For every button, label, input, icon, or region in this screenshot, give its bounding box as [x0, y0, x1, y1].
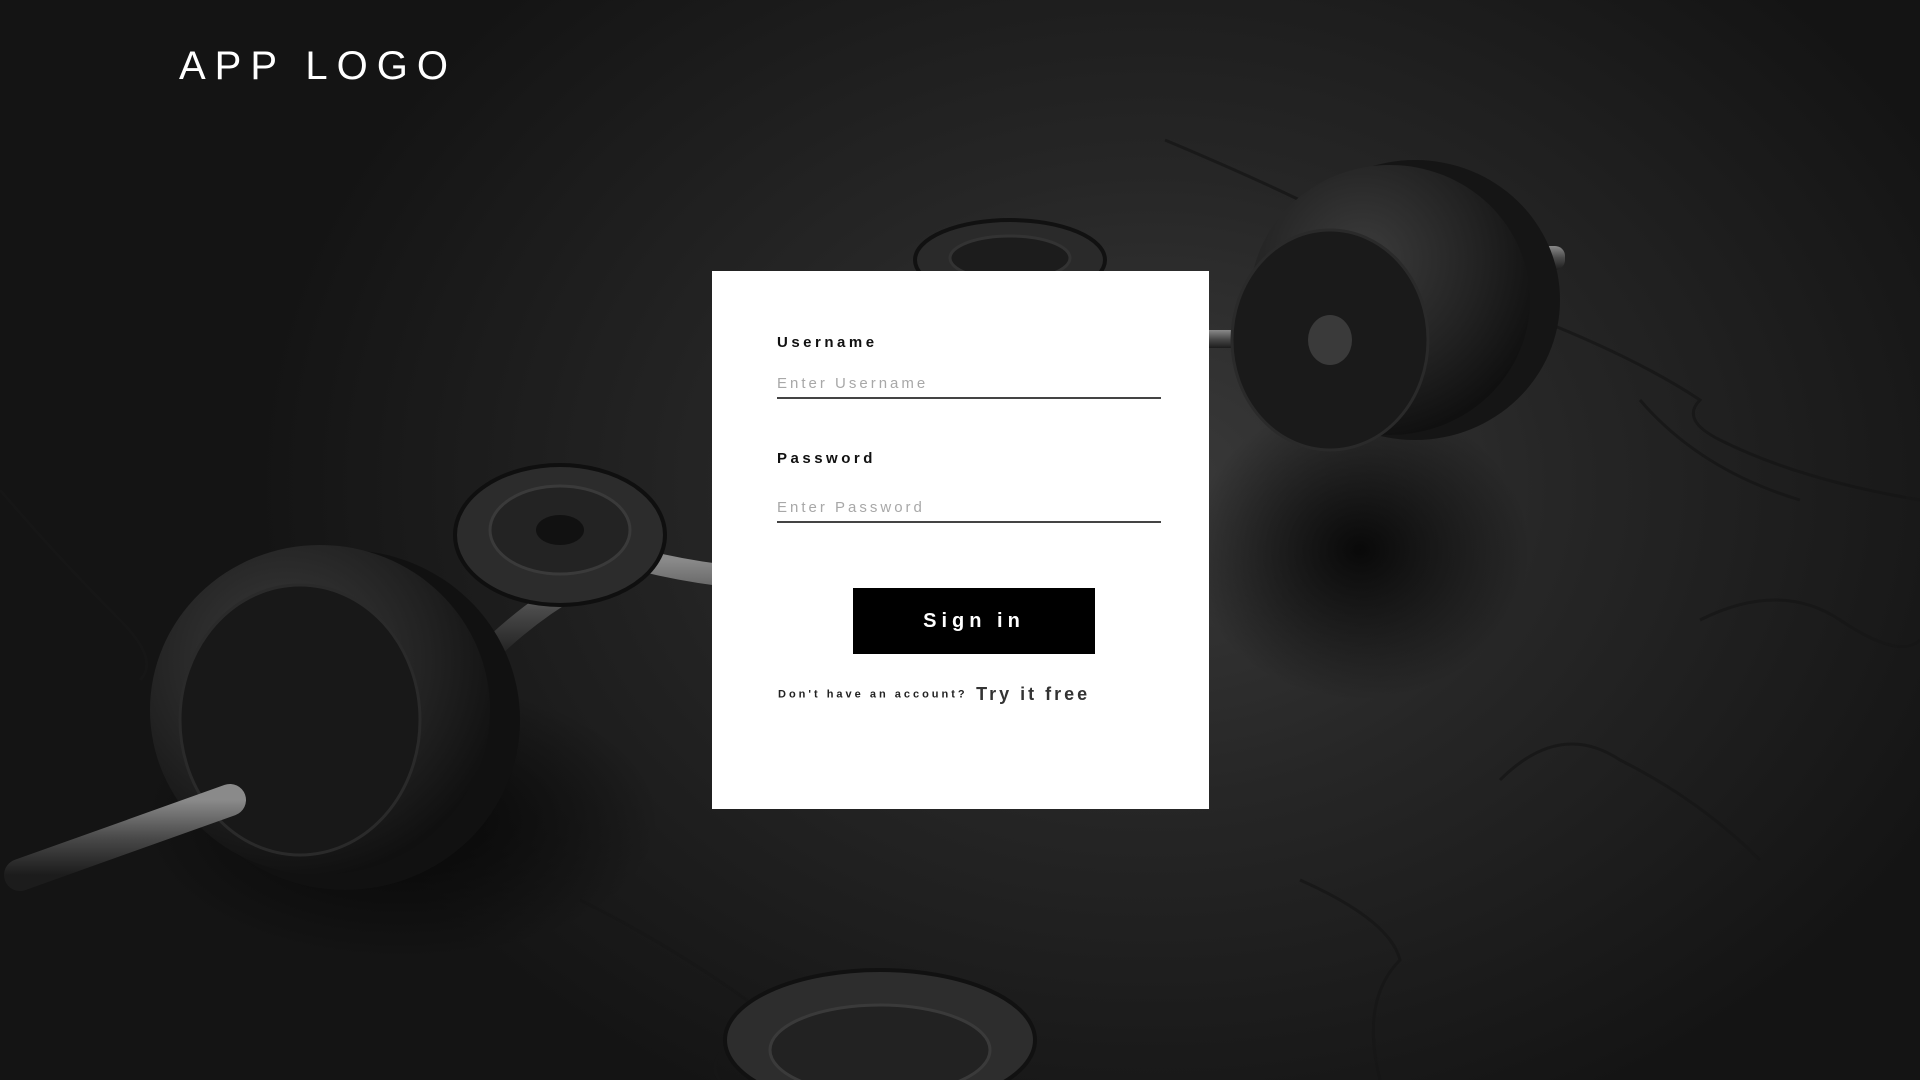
password-label: Password — [777, 450, 876, 467]
try-it-free-link[interactable]: Try it free — [976, 684, 1090, 704]
password-input[interactable] — [777, 493, 1161, 523]
username-input[interactable] — [777, 369, 1161, 399]
sign-in-button[interactable]: Sign in — [853, 588, 1095, 654]
login-screen: APP LOGO Username Password Sign in Don't… — [0, 0, 1920, 1080]
signup-prompt: Don't have an account? — [778, 688, 968, 701]
username-label: Username — [777, 334, 878, 351]
signup-row: Don't have an account? Try it free — [778, 684, 1090, 705]
login-card: Username Password Sign in Don't have an … — [712, 271, 1209, 809]
app-logo[interactable]: APP LOGO — [179, 44, 457, 89]
